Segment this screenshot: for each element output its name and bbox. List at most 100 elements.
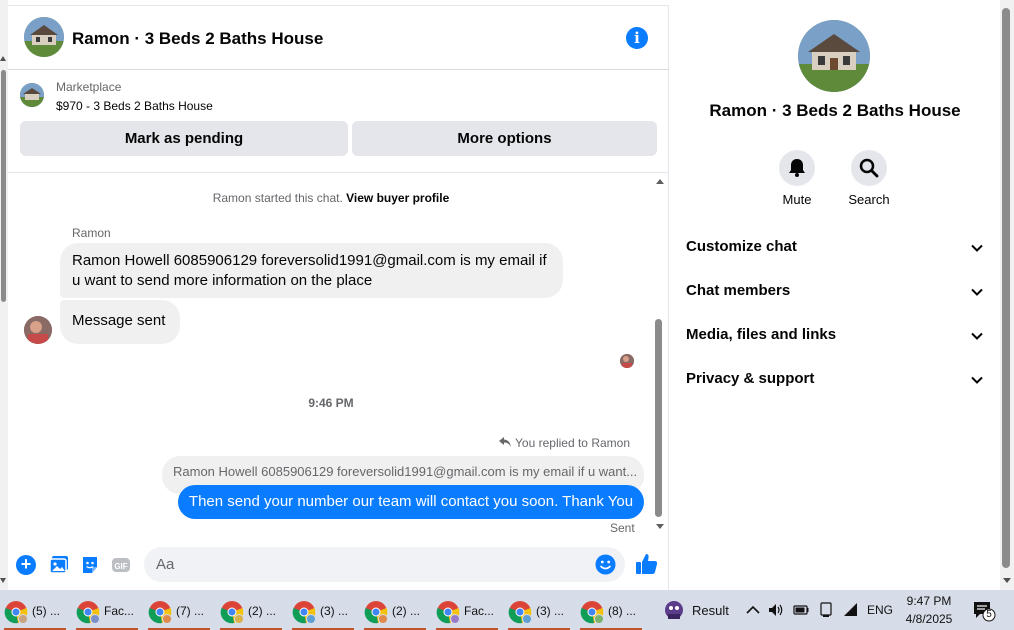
taskbar-tab[interactable]: (5) ... — [2, 592, 66, 630]
wifi-icon[interactable] — [843, 602, 859, 618]
chrome-profile-icon — [292, 601, 316, 624]
chevron-down-icon — [971, 376, 983, 384]
taskbar-tab[interactable]: Fac... — [74, 592, 138, 630]
emoji-icon[interactable] — [595, 554, 616, 575]
scroll-up-arrow-icon[interactable] — [656, 179, 664, 184]
reply-icon — [499, 436, 512, 450]
chat-header: Ramon · 3 Beds 2 Baths House i — [8, 6, 669, 70]
incoming-message[interactable]: Message sent — [60, 300, 180, 344]
section-label: Customize chat — [686, 238, 797, 255]
house-avatar[interactable] — [24, 17, 64, 57]
result-label: Result — [692, 603, 729, 618]
notification-center-button[interactable]: 5 — [972, 600, 996, 622]
taskbar-tab[interactable]: (3) ... — [290, 592, 354, 630]
device-icon[interactable] — [818, 602, 834, 618]
tab-label: Fac... — [104, 604, 135, 618]
chevron-up-icon[interactable] — [745, 602, 761, 618]
page-scrollbar[interactable] — [0, 0, 8, 590]
photo-icon[interactable] — [49, 555, 69, 575]
clock-date[interactable]: 4/8/2025 — [900, 612, 958, 626]
notification-count: 5 — [986, 609, 992, 620]
taskbar-tab[interactable]: (2) ... — [362, 592, 426, 630]
chrome-profile-icon — [220, 601, 244, 624]
mark-as-pending-button[interactable]: Mark as pending — [20, 121, 348, 156]
chevron-down-icon — [971, 244, 983, 252]
scrollbar-thumb[interactable] — [1002, 8, 1010, 568]
marketplace-label: Marketplace — [56, 80, 122, 94]
chat-title[interactable]: Ramon · 3 Beds 2 Baths House — [72, 29, 323, 49]
plus-icon[interactable]: + — [16, 555, 36, 575]
message-timestamp: 9:46 PM — [308, 396, 354, 410]
language-indicator[interactable]: ENG — [867, 603, 893, 617]
search-label: Search — [848, 192, 890, 207]
tab-label: Fac... — [464, 604, 495, 618]
message-input[interactable] — [156, 547, 586, 582]
chrome-profile-icon — [76, 601, 100, 624]
info-icon[interactable]: i — [626, 27, 648, 49]
tab-label: (3) ... — [320, 604, 349, 618]
reply-indicator: You replied to Ramon — [499, 436, 630, 450]
chat-info-panel: Ramon · 3 Beds 2 Baths House Mute Search… — [670, 5, 1000, 590]
taskbar: (5) ... Fac... (7) ... (2) ... (3) ... (… — [0, 590, 1014, 630]
result-app-icon — [665, 601, 683, 619]
chat-members-section[interactable]: Chat members — [678, 271, 988, 311]
listing-thumbnail[interactable] — [20, 83, 44, 107]
clock-time[interactable]: 9:47 PM — [900, 594, 958, 608]
tab-label: (3) ... — [536, 604, 565, 618]
search-button[interactable]: Search — [839, 150, 899, 207]
taskbar-tab[interactable]: (8) ... — [578, 592, 642, 630]
taskbar-tab[interactable]: (2) ... — [218, 592, 282, 630]
more-options-button[interactable]: More options — [352, 121, 657, 156]
marketplace-banner: Marketplace $970 - 3 Beds 2 Baths House … — [8, 71, 669, 171]
panel-scrollbar[interactable] — [1000, 0, 1014, 590]
tab-label: (2) ... — [392, 604, 421, 618]
section-label: Privacy & support — [686, 370, 815, 387]
chrome-profile-icon — [364, 601, 388, 624]
thumbs-up-icon[interactable] — [635, 552, 659, 576]
messages-scrollbar[interactable] — [654, 173, 664, 533]
scroll-down-arrow-icon[interactable] — [656, 524, 664, 529]
scroll-up-arrow-icon[interactable] — [0, 56, 6, 61]
scroll-down-arrow-icon[interactable] — [0, 578, 6, 583]
chevron-down-icon — [971, 288, 983, 296]
mute-label: Mute — [782, 192, 812, 207]
incoming-message[interactable]: Ramon Howell 6085906129 foreversolid1991… — [60, 243, 563, 298]
speaker-icon[interactable] — [768, 602, 784, 618]
view-buyer-profile-link[interactable]: View buyer profile — [346, 191, 449, 205]
house-avatar-large[interactable] — [798, 20, 870, 92]
tab-label: (8) ... — [608, 604, 637, 618]
listing-title[interactable]: $970 - 3 Beds 2 Baths House — [56, 99, 213, 113]
tab-label: (7) ... — [176, 604, 205, 618]
section-label: Chat members — [686, 282, 791, 299]
privacy-support-section[interactable]: Privacy & support — [678, 359, 988, 399]
taskbar-tab[interactable]: Fac... — [434, 592, 498, 630]
scroll-down-arrow-icon[interactable] — [1003, 578, 1011, 583]
message-input-wrapper — [144, 547, 625, 582]
tab-label: (2) ... — [248, 604, 277, 618]
scrollbar-thumb[interactable] — [655, 319, 662, 517]
svg-text:GIF: GIF — [114, 562, 127, 571]
chevron-down-icon — [971, 332, 983, 340]
gif-icon[interactable]: GIF — [111, 555, 131, 575]
taskbar-tab[interactable]: (7) ... — [146, 592, 210, 630]
sticker-icon[interactable] — [80, 555, 100, 575]
battery-icon[interactable] — [793, 602, 809, 618]
reply-indicator-text: You replied to Ramon — [515, 436, 630, 450]
media-files-links-section[interactable]: Media, files and links — [678, 315, 988, 355]
message-status: Sent — [610, 521, 635, 535]
chat-panel: Ramon · 3 Beds 2 Baths House i Marketpla… — [8, 5, 669, 590]
mute-button[interactable]: Mute — [767, 150, 827, 207]
chrome-profile-icon — [148, 601, 172, 624]
sender-avatar[interactable] — [24, 316, 52, 344]
customize-chat-section[interactable]: Customize chat — [678, 227, 988, 267]
chrome-profile-icon — [436, 601, 460, 624]
outgoing-message[interactable]: Then send your number our team will cont… — [178, 485, 644, 519]
chat-started-notice: Ramon started this chat. View buyer prof… — [8, 191, 654, 205]
sender-name: Ramon — [72, 226, 111, 240]
bell-icon — [789, 159, 805, 177]
scrollbar-thumb[interactable] — [1, 70, 6, 302]
tab-label: (5) ... — [32, 604, 61, 618]
taskbar-tab[interactable]: (3) ... — [506, 592, 570, 630]
message-list[interactable]: Ramon started this chat. View buyer prof… — [8, 172, 669, 537]
screen: Ramon · 3 Beds 2 Baths House i Marketpla… — [0, 0, 1014, 630]
